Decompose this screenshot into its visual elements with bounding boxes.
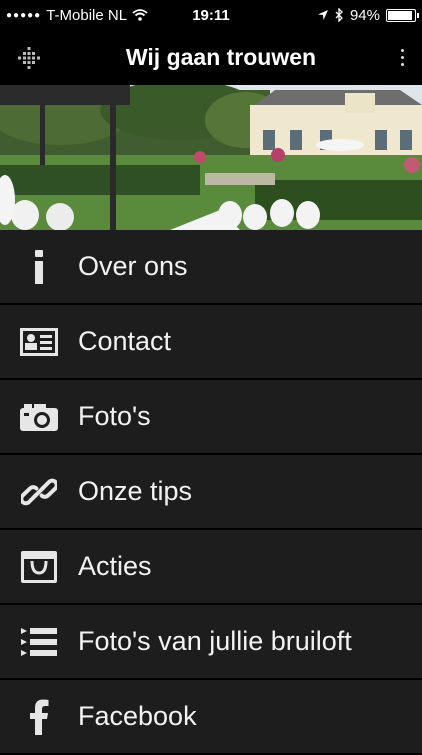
menu-item-label: Facebook — [78, 701, 197, 731]
menu-item-fotos-bruiloft[interactable]: Foto's van jullie bruiloft — [0, 605, 422, 680]
menu-item-acties[interactable]: Acties — [0, 530, 422, 605]
facebook-icon — [30, 699, 49, 735]
shopping-bag-icon — [21, 550, 57, 583]
menu-item-contact[interactable]: Contact — [0, 305, 422, 380]
wifi-icon — [132, 9, 148, 21]
venue-photo — [0, 85, 422, 230]
list-icon — [21, 627, 57, 656]
more-vertical-icon[interactable] — [398, 47, 408, 69]
battery-percentage: 94% — [349, 6, 380, 24]
menu-item-fotos[interactable]: Foto's — [0, 380, 422, 455]
info-icon — [35, 249, 43, 284]
navbar: Wij gaan trouwen — [0, 30, 422, 85]
main-menu: Over ons Contact Foto's Onze tips Acties… — [0, 230, 422, 755]
link-icon — [21, 478, 57, 505]
status-right: 94% — [317, 6, 419, 24]
menu-item-label: Foto's van jullie bruiloft — [78, 626, 352, 656]
menu-item-label: Contact — [78, 326, 172, 356]
location-arrow-icon — [317, 10, 328, 20]
battery-icon — [386, 8, 419, 22]
menu-item-label: Onze tips — [78, 476, 193, 506]
status-bar: ●●●●● T-Mobile NL 19:11 94% — [0, 0, 422, 30]
signal-strength-icon: ●●●●● — [6, 9, 42, 21]
hero-image — [0, 85, 422, 230]
status-left: ●●●●● T-Mobile NL — [6, 7, 148, 24]
menu-item-label: Over ons — [78, 251, 188, 281]
bluetooth-icon — [335, 8, 343, 22]
contact-card-icon — [20, 327, 58, 356]
menu-item-over-ons[interactable]: Over ons — [0, 230, 422, 305]
battery-fill — [388, 10, 413, 20]
page-title: Wij gaan trouwen — [125, 44, 317, 70]
menu-item-label: Acties — [78, 551, 152, 581]
grid-menu-icon[interactable] — [14, 43, 44, 73]
carrier-label: T-Mobile NL — [46, 6, 128, 24]
camera-icon — [20, 403, 58, 431]
menu-item-facebook[interactable]: Facebook — [0, 680, 422, 755]
menu-item-onze-tips[interactable]: Onze tips — [0, 455, 422, 530]
menu-item-label: Foto's — [78, 401, 151, 431]
